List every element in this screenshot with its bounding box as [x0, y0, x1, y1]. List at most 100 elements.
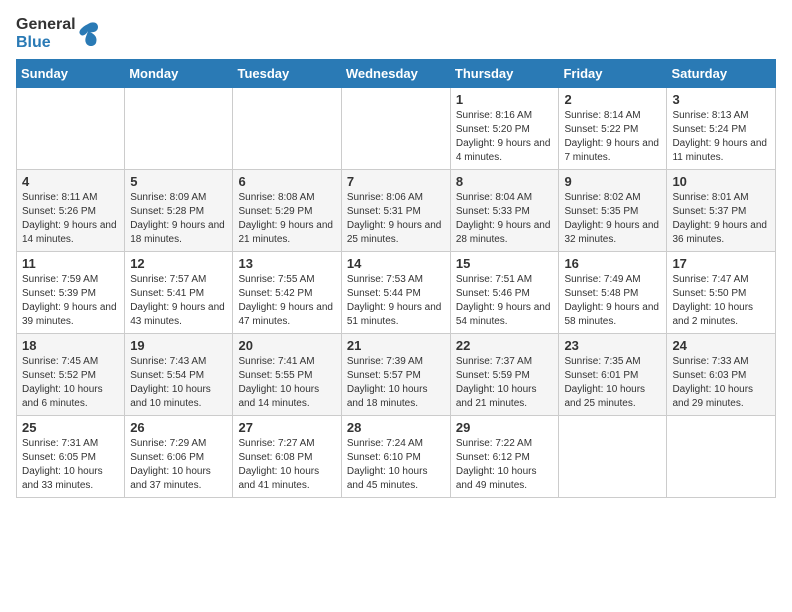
day-number: 24 — [672, 338, 770, 353]
day-info: Sunrise: 7:51 AM Sunset: 5:46 PM Dayligh… — [456, 273, 554, 329]
weekday-header-thursday: Thursday — [450, 60, 559, 88]
day-number: 7 — [347, 174, 445, 189]
logo: General Blue — [16, 16, 100, 51]
day-info: Sunrise: 7:59 AM Sunset: 5:39 PM Dayligh… — [22, 273, 119, 329]
day-info: Sunrise: 8:08 AM Sunset: 5:29 PM Dayligh… — [238, 191, 335, 247]
week-row-4: 25 Sunrise: 7:31 AM Sunset: 6:05 PM Dayli… — [17, 416, 776, 498]
day-info: Sunrise: 7:41 AM Sunset: 5:55 PM Dayligh… — [238, 355, 335, 411]
day-cell — [559, 416, 667, 498]
day-cell: 19 Sunrise: 7:43 AM Sunset: 5:54 PM Dayli… — [125, 334, 233, 416]
day-number: 21 — [347, 338, 445, 353]
week-row-3: 18 Sunrise: 7:45 AM Sunset: 5:52 PM Dayli… — [17, 334, 776, 416]
day-number: 2 — [564, 92, 661, 107]
day-cell: 22 Sunrise: 7:37 AM Sunset: 5:59 PM Dayli… — [450, 334, 559, 416]
day-info: Sunrise: 7:57 AM Sunset: 5:41 PM Dayligh… — [130, 273, 227, 329]
day-cell: 7Sunrise: 8:06 AM Sunset: 5:31 PM Daylig… — [341, 170, 450, 252]
day-number: 13 — [238, 256, 335, 271]
day-number: 17 — [672, 256, 770, 271]
day-number: 3 — [672, 92, 770, 107]
day-number: 27 — [238, 420, 335, 435]
day-cell: 29Sunrise: 7:22 AM Sunset: 6:12 PM Dayli… — [450, 416, 559, 498]
day-info: Sunrise: 7:33 AM Sunset: 6:03 PM Dayligh… — [672, 355, 770, 411]
day-cell: 6 Sunrise: 8:08 AM Sunset: 5:29 PM Daylig… — [233, 170, 341, 252]
logo-general: General — [16, 16, 76, 34]
day-number: 10 — [672, 174, 770, 189]
day-cell: 16 Sunrise: 7:49 AM Sunset: 5:48 PM Dayli… — [559, 252, 667, 334]
day-info: Sunrise: 8:11 AM Sunset: 5:26 PM Dayligh… — [22, 191, 119, 247]
day-info: Sunrise: 8:02 AM Sunset: 5:35 PM Dayligh… — [564, 191, 661, 247]
calendar-table: SundayMondayTuesdayWednesdayThursdayFrid… — [16, 59, 776, 498]
day-number: 12 — [130, 256, 227, 271]
day-number: 20 — [238, 338, 335, 353]
day-info: Sunrise: 7:49 AM Sunset: 5:48 PM Dayligh… — [564, 273, 661, 329]
day-cell — [341, 88, 450, 170]
weekday-header-saturday: Saturday — [667, 60, 776, 88]
day-info: Sunrise: 8:04 AM Sunset: 5:33 PM Dayligh… — [456, 191, 554, 247]
weekday-header-wednesday: Wednesday — [341, 60, 450, 88]
logo-wordmark: General Blue — [16, 16, 76, 51]
logo-container: General Blue — [16, 16, 100, 51]
day-info: Sunrise: 7:45 AM Sunset: 5:52 PM Dayligh… — [22, 355, 119, 411]
day-cell — [667, 416, 776, 498]
day-cell: 27 Sunrise: 7:27 AM Sunset: 6:08 PM Dayli… — [233, 416, 341, 498]
day-cell: 10 Sunrise: 8:01 AM Sunset: 5:37 PM Dayli… — [667, 170, 776, 252]
day-cell — [17, 88, 125, 170]
day-info: Sunrise: 7:53 AM Sunset: 5:44 PM Dayligh… — [347, 273, 445, 329]
day-cell: 8 Sunrise: 8:04 AM Sunset: 5:33 PM Daylig… — [450, 170, 559, 252]
week-row-2: 11 Sunrise: 7:59 AM Sunset: 5:39 PM Dayli… — [17, 252, 776, 334]
day-cell: 3Sunrise: 8:13 AM Sunset: 5:24 PM Daylig… — [667, 88, 776, 170]
day-cell: 24 Sunrise: 7:33 AM Sunset: 6:03 PM Dayli… — [667, 334, 776, 416]
day-number: 23 — [564, 338, 661, 353]
day-number: 8 — [456, 174, 554, 189]
day-info: Sunrise: 7:37 AM Sunset: 5:59 PM Dayligh… — [456, 355, 554, 411]
day-info: Sunrise: 7:27 AM Sunset: 6:08 PM Dayligh… — [238, 437, 335, 493]
header: General Blue — [16, 16, 776, 51]
day-cell: 28 Sunrise: 7:24 AM Sunset: 6:10 PM Dayli… — [341, 416, 450, 498]
day-number: 25 — [22, 420, 119, 435]
day-cell: 17 Sunrise: 7:47 AM Sunset: 5:50 PM Dayli… — [667, 252, 776, 334]
day-number: 18 — [22, 338, 119, 353]
weekday-header-monday: Monday — [125, 60, 233, 88]
day-cell: 13 Sunrise: 7:55 AM Sunset: 5:42 PM Dayli… — [233, 252, 341, 334]
weekday-header-tuesday: Tuesday — [233, 60, 341, 88]
day-info: Sunrise: 7:39 AM Sunset: 5:57 PM Dayligh… — [347, 355, 445, 411]
day-number: 4 — [22, 174, 119, 189]
day-number: 16 — [564, 256, 661, 271]
weekday-header-sunday: Sunday — [17, 60, 125, 88]
week-row-1: 4 Sunrise: 8:11 AM Sunset: 5:26 PM Daylig… — [17, 170, 776, 252]
day-info: Sunrise: 7:31 AM Sunset: 6:05 PM Dayligh… — [22, 437, 119, 493]
day-number: 11 — [22, 256, 119, 271]
day-cell: 5 Sunrise: 8:09 AM Sunset: 5:28 PM Daylig… — [125, 170, 233, 252]
day-info: Sunrise: 7:55 AM Sunset: 5:42 PM Dayligh… — [238, 273, 335, 329]
day-info: Sunrise: 8:09 AM Sunset: 5:28 PM Dayligh… — [130, 191, 227, 247]
day-number: 6 — [238, 174, 335, 189]
weekday-header-row: SundayMondayTuesdayWednesdayThursdayFrid… — [17, 60, 776, 88]
day-cell: 9 Sunrise: 8:02 AM Sunset: 5:35 PM Daylig… — [559, 170, 667, 252]
day-info: Sunrise: 7:43 AM Sunset: 5:54 PM Dayligh… — [130, 355, 227, 411]
weekday-header-friday: Friday — [559, 60, 667, 88]
day-number: 28 — [347, 420, 445, 435]
day-cell: 21 Sunrise: 7:39 AM Sunset: 5:57 PM Dayli… — [341, 334, 450, 416]
day-info: Sunrise: 8:01 AM Sunset: 5:37 PM Dayligh… — [672, 191, 770, 247]
day-cell: 2 Sunrise: 8:14 AM Sunset: 5:22 PM Daylig… — [559, 88, 667, 170]
day-cell: 15 Sunrise: 7:51 AM Sunset: 5:46 PM Dayli… — [450, 252, 559, 334]
day-cell: 26Sunrise: 7:29 AM Sunset: 6:06 PM Dayli… — [125, 416, 233, 498]
day-number: 26 — [130, 420, 227, 435]
day-number: 9 — [564, 174, 661, 189]
day-info: Sunrise: 7:47 AM Sunset: 5:50 PM Dayligh… — [672, 273, 770, 329]
day-number: 15 — [456, 256, 554, 271]
day-cell: 25 Sunrise: 7:31 AM Sunset: 6:05 PM Dayli… — [17, 416, 125, 498]
logo-bird-icon — [78, 19, 100, 49]
day-number: 19 — [130, 338, 227, 353]
logo-blue: Blue — [16, 34, 76, 52]
day-number: 5 — [130, 174, 227, 189]
day-info: Sunrise: 8:14 AM Sunset: 5:22 PM Dayligh… — [564, 109, 661, 165]
day-cell: 18 Sunrise: 7:45 AM Sunset: 5:52 PM Dayli… — [17, 334, 125, 416]
week-row-0: 1Sunrise: 8:16 AM Sunset: 5:20 PM Daylig… — [17, 88, 776, 170]
day-cell: 23Sunrise: 7:35 AM Sunset: 6:01 PM Dayli… — [559, 334, 667, 416]
day-number: 1 — [456, 92, 554, 107]
day-number: 22 — [456, 338, 554, 353]
day-cell: 4 Sunrise: 8:11 AM Sunset: 5:26 PM Daylig… — [17, 170, 125, 252]
day-cell — [125, 88, 233, 170]
day-info: Sunrise: 7:24 AM Sunset: 6:10 PM Dayligh… — [347, 437, 445, 493]
